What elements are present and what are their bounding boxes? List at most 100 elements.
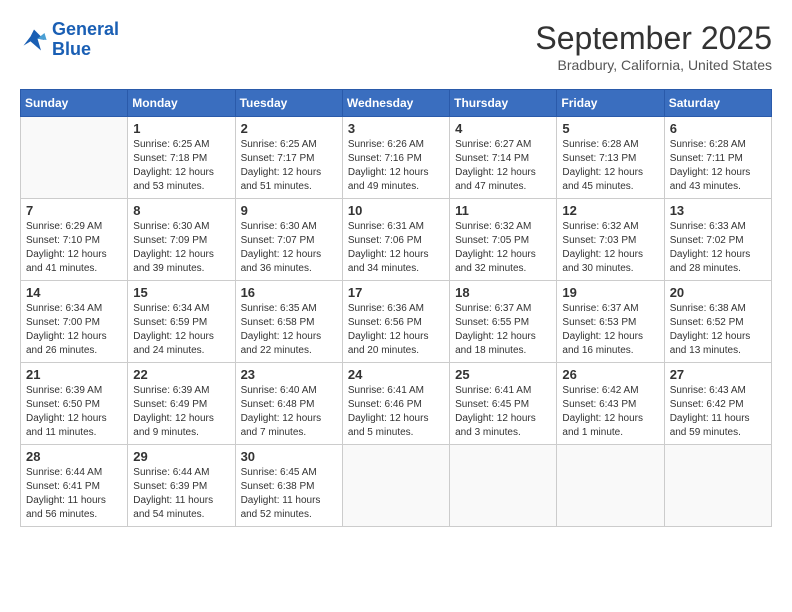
day-number: 18 [455, 285, 551, 300]
calendar-cell: 12 Sunrise: 6:32 AMSunset: 7:03 PMDayligh… [557, 199, 664, 281]
calendar-week-row: 1Sunrise: 6:25 AMSunset: 7:18 PMDaylight… [21, 117, 772, 199]
month-title: September 2025 [535, 20, 772, 57]
day-number: 24 [348, 367, 444, 382]
day-info: Sunrise: 6:43 AMSunset: 6:42 PMDaylight:… [670, 384, 766, 440]
day-info: Sunrise: 6:30 AMSunset: 7:09 PMDaylight:… [133, 220, 229, 276]
calendar-cell: 1Sunrise: 6:25 AMSunset: 7:18 PMDaylight… [128, 117, 235, 199]
calendar-cell: 21 Sunrise: 6:39 AMSunset: 6:50 PMDayligh… [21, 363, 128, 445]
day-info: Sunrise: 6:35 AMSunset: 6:58 PMDaylight:… [241, 302, 337, 358]
day-number: 2 [241, 121, 337, 136]
calendar-cell: 19 Sunrise: 6:37 AMSunset: 6:53 PMDayligh… [557, 281, 664, 363]
calendar-cell: 25 Sunrise: 6:41 AMSunset: 6:45 PMDayligh… [450, 363, 557, 445]
day-info: Sunrise: 6:34 AMSunset: 7:00 PMDaylight:… [26, 302, 122, 358]
day-info: Sunrise: 6:38 AMSunset: 6:52 PMDaylight:… [670, 302, 766, 358]
day-of-week-header: Tuesday [235, 90, 342, 117]
day-info: Sunrise: 6:44 AMSunset: 6:39 PMDaylight:… [133, 466, 229, 522]
calendar-week-row: 7Sunrise: 6:29 AMSunset: 7:10 PMDaylight… [21, 199, 772, 281]
calendar-cell: 7Sunrise: 6:29 AMSunset: 7:10 PMDaylight… [21, 199, 128, 281]
day-of-week-header: Friday [557, 90, 664, 117]
day-of-week-header: Thursday [450, 90, 557, 117]
day-info: Sunrise: 6:37 AMSunset: 6:53 PMDaylight:… [562, 302, 658, 358]
calendar-header-row: SundayMondayTuesdayWednesdayThursdayFrid… [21, 90, 772, 117]
day-info: Sunrise: 6:45 AMSunset: 6:38 PMDaylight:… [241, 466, 337, 522]
calendar-cell: 5 Sunrise: 6:28 AMSunset: 7:13 PMDaylight… [557, 117, 664, 199]
calendar-cell: 15 Sunrise: 6:34 AMSunset: 6:59 PMDayligh… [128, 281, 235, 363]
day-info: Sunrise: 6:32 AMSunset: 7:03 PMDaylight:… [562, 220, 658, 276]
calendar-week-row: 28 Sunrise: 6:44 AMSunset: 6:41 PMDayligh… [21, 445, 772, 527]
calendar-table: SundayMondayTuesdayWednesdayThursdayFrid… [20, 89, 772, 527]
day-number: 10 [348, 203, 444, 218]
calendar-cell: 18 Sunrise: 6:37 AMSunset: 6:55 PMDayligh… [450, 281, 557, 363]
calendar-cell: 3 Sunrise: 6:26 AMSunset: 7:16 PMDaylight… [342, 117, 449, 199]
day-of-week-header: Monday [128, 90, 235, 117]
day-info: Sunrise: 6:44 AMSunset: 6:41 PMDaylight:… [26, 466, 122, 522]
day-number: 26 [562, 367, 658, 382]
day-number: 27 [670, 367, 766, 382]
day-info: Sunrise: 6:29 AMSunset: 7:10 PMDaylight:… [26, 220, 122, 276]
day-number: 17 [348, 285, 444, 300]
day-info: Sunrise: 6:30 AMSunset: 7:07 PMDaylight:… [241, 220, 337, 276]
logo: General Blue [20, 20, 119, 60]
day-number: 3 [348, 121, 444, 136]
logo-text: General Blue [52, 20, 119, 60]
day-number: 25 [455, 367, 551, 382]
day-number: 22 [133, 367, 229, 382]
calendar-cell: 28 Sunrise: 6:44 AMSunset: 6:41 PMDayligh… [21, 445, 128, 527]
day-number: 29 [133, 449, 229, 464]
day-number: 20 [670, 285, 766, 300]
day-info: Sunrise: 6:27 AMSunset: 7:14 PMDaylight:… [455, 138, 551, 194]
calendar-cell [342, 445, 449, 527]
day-number: 16 [241, 285, 337, 300]
page-header: General Blue September 2025 Bradbury, Ca… [20, 20, 772, 73]
calendar-cell: 26 Sunrise: 6:42 AMSunset: 6:43 PMDayligh… [557, 363, 664, 445]
day-info: Sunrise: 6:42 AMSunset: 6:43 PMDaylight:… [562, 384, 658, 440]
day-info: Sunrise: 6:41 AMSunset: 6:45 PMDaylight:… [455, 384, 551, 440]
day-number: 8 [133, 203, 229, 218]
day-of-week-header: Sunday [21, 90, 128, 117]
calendar-cell: 6Sunrise: 6:28 AMSunset: 7:11 PMDaylight… [664, 117, 771, 199]
day-number: 19 [562, 285, 658, 300]
day-info: Sunrise: 6:36 AMSunset: 6:56 PMDaylight:… [348, 302, 444, 358]
day-number: 4 [455, 121, 551, 136]
day-info: Sunrise: 6:25 AMSunset: 7:18 PMDaylight:… [133, 138, 229, 194]
day-number: 14 [26, 285, 122, 300]
day-info: Sunrise: 6:40 AMSunset: 6:48 PMDaylight:… [241, 384, 337, 440]
day-info: Sunrise: 6:39 AMSunset: 6:50 PMDaylight:… [26, 384, 122, 440]
day-number: 13 [670, 203, 766, 218]
day-info: Sunrise: 6:34 AMSunset: 6:59 PMDaylight:… [133, 302, 229, 358]
calendar-week-row: 21 Sunrise: 6:39 AMSunset: 6:50 PMDayligh… [21, 363, 772, 445]
calendar-cell: 17 Sunrise: 6:36 AMSunset: 6:56 PMDayligh… [342, 281, 449, 363]
calendar-cell [450, 445, 557, 527]
calendar-cell: 9 Sunrise: 6:30 AMSunset: 7:07 PMDaylight… [235, 199, 342, 281]
calendar-cell: 30 Sunrise: 6:45 AMSunset: 6:38 PMDayligh… [235, 445, 342, 527]
calendar-cell: 27 Sunrise: 6:43 AMSunset: 6:42 PMDayligh… [664, 363, 771, 445]
day-info: Sunrise: 6:31 AMSunset: 7:06 PMDaylight:… [348, 220, 444, 276]
calendar-cell: 8 Sunrise: 6:30 AMSunset: 7:09 PMDaylight… [128, 199, 235, 281]
day-info: Sunrise: 6:37 AMSunset: 6:55 PMDaylight:… [455, 302, 551, 358]
calendar-cell: 13Sunrise: 6:33 AMSunset: 7:02 PMDayligh… [664, 199, 771, 281]
calendar-cell: 11Sunrise: 6:32 AMSunset: 7:05 PMDayligh… [450, 199, 557, 281]
title-block: September 2025 Bradbury, California, Uni… [535, 20, 772, 73]
day-info: Sunrise: 6:39 AMSunset: 6:49 PMDaylight:… [133, 384, 229, 440]
day-number: 9 [241, 203, 337, 218]
day-number: 15 [133, 285, 229, 300]
calendar-cell: 20 Sunrise: 6:38 AMSunset: 6:52 PMDayligh… [664, 281, 771, 363]
calendar-cell [664, 445, 771, 527]
calendar-cell: 2 Sunrise: 6:25 AMSunset: 7:17 PMDaylight… [235, 117, 342, 199]
day-number: 5 [562, 121, 658, 136]
day-number: 12 [562, 203, 658, 218]
calendar-cell [557, 445, 664, 527]
day-number: 21 [26, 367, 122, 382]
calendar-cell: 14 Sunrise: 6:34 AMSunset: 7:00 PMDayligh… [21, 281, 128, 363]
day-of-week-header: Wednesday [342, 90, 449, 117]
logo-icon [20, 26, 48, 54]
day-info: Sunrise: 6:28 AMSunset: 7:13 PMDaylight:… [562, 138, 658, 194]
day-number: 28 [26, 449, 122, 464]
day-info: Sunrise: 6:32 AMSunset: 7:05 PMDaylight:… [455, 220, 551, 276]
calendar-cell: 24Sunrise: 6:41 AMSunset: 6:46 PMDayligh… [342, 363, 449, 445]
day-number: 30 [241, 449, 337, 464]
day-info: Sunrise: 6:26 AMSunset: 7:16 PMDaylight:… [348, 138, 444, 194]
calendar-cell: 4 Sunrise: 6:27 AMSunset: 7:14 PMDaylight… [450, 117, 557, 199]
day-info: Sunrise: 6:28 AMSunset: 7:11 PMDaylight:… [670, 138, 766, 194]
day-info: Sunrise: 6:25 AMSunset: 7:17 PMDaylight:… [241, 138, 337, 194]
